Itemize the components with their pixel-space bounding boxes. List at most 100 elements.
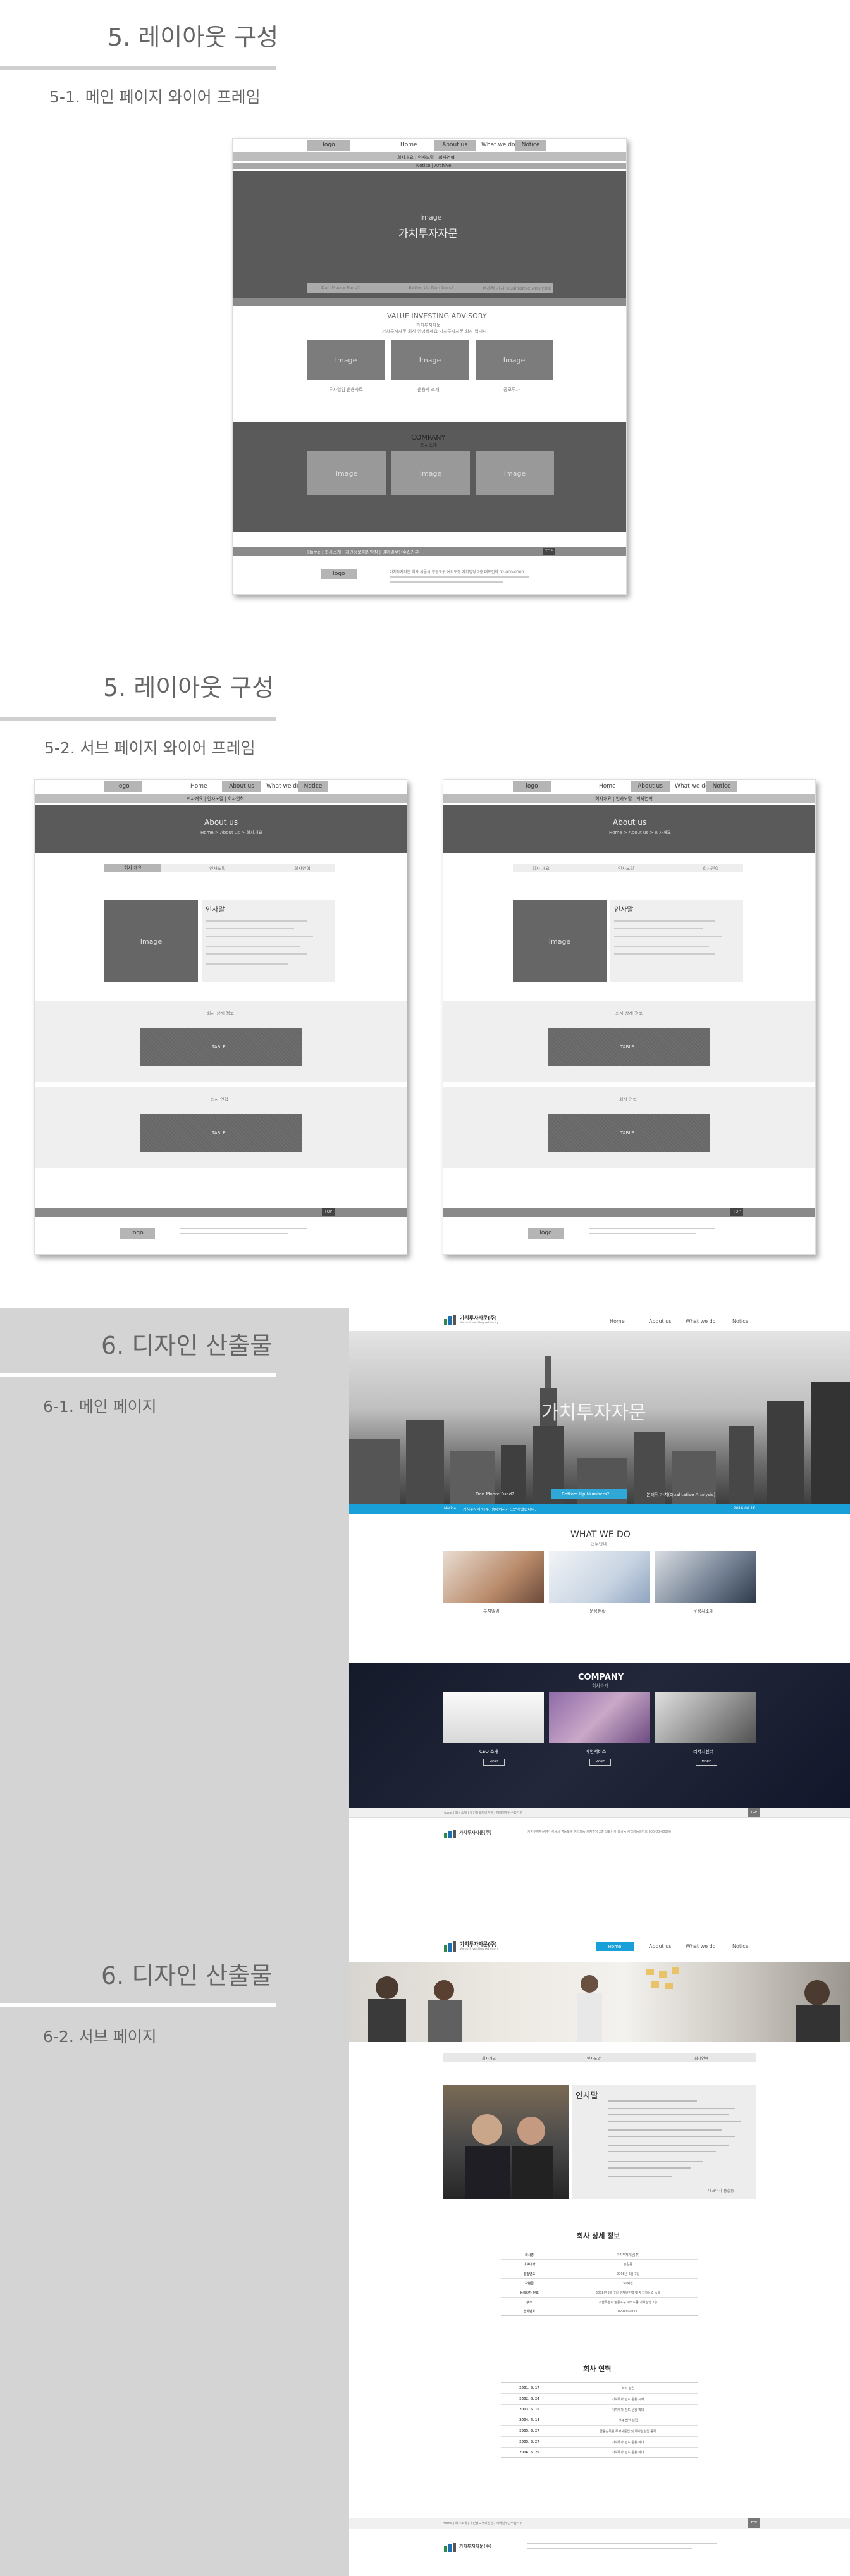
sub-nav-about[interactable]: About us bbox=[649, 1943, 671, 1949]
wf-sub2-greeting-line bbox=[614, 953, 715, 955]
section-divider bbox=[0, 717, 276, 721]
wf-sub2-nav-what[interactable]: What we do bbox=[675, 783, 709, 790]
section-divider bbox=[0, 2003, 276, 2007]
info-title: 회사 상세 정보 bbox=[577, 2232, 620, 2240]
company-card-1-more-button[interactable]: MORE bbox=[483, 1759, 505, 1766]
wf-sub-nav-what[interactable]: What we do bbox=[266, 783, 300, 790]
wf-sub-nav-notice[interactable]: Notice bbox=[298, 781, 328, 792]
footer-top-button[interactable]: TOP bbox=[748, 1808, 760, 1817]
wf-nav-home[interactable]: Home bbox=[400, 142, 417, 148]
sub-tab-overview[interactable]: 회사개요 bbox=[482, 2055, 496, 2061]
info-table: 회사명 가치투자자문(주) 대표이사 홍길동 설립연도 2008년 5월 7일 자본금… bbox=[501, 2250, 698, 2316]
wf-sub2-greeting: 인사말 bbox=[614, 905, 634, 913]
sub-footer-line bbox=[527, 2548, 692, 2549]
history-event: 가치투자 펀드 운용 확대 bbox=[612, 2451, 644, 2455]
history-date: 2006. 5. 26 bbox=[519, 2450, 539, 2455]
wf-hero-tab-2[interactable]: Better Up Numbers? bbox=[409, 285, 453, 290]
wf-card-2-caption: 운용사 소개 bbox=[417, 387, 440, 392]
wf-footer-top[interactable]: TOP bbox=[543, 548, 555, 555]
sub-banner-office-image bbox=[349, 1962, 850, 2042]
history-date: 2005. 5. 27 bbox=[519, 2440, 539, 2444]
company-card-2-image[interactable] bbox=[549, 1692, 650, 1743]
nav-notice[interactable]: Notice bbox=[732, 1318, 749, 1324]
sub-wireframe-right: logo Home About us What we do Notice 회사개… bbox=[443, 779, 816, 1255]
history-event: 신규 법인 설립 bbox=[618, 2418, 638, 2423]
wf-card-1-image[interactable]: Image bbox=[307, 340, 385, 380]
wf-nav-notice[interactable]: Notice bbox=[515, 140, 546, 151]
wf-company-card-3[interactable]: Image bbox=[476, 451, 554, 495]
info-key: 등록일자 번호 bbox=[520, 2291, 539, 2295]
hero-tab-1[interactable]: Dan Moore Fund? bbox=[476, 1492, 514, 1497]
sub-nav-notice[interactable]: Notice bbox=[732, 1943, 749, 1949]
wf-sub-footer-top[interactable]: TOP bbox=[322, 1208, 335, 1216]
wf-sub2-tab-1[interactable]: 회사 개요 bbox=[532, 865, 550, 872]
sub-footer-top-button[interactable]: TOP bbox=[748, 2518, 760, 2528]
company-card-3-more-button[interactable]: MORE bbox=[696, 1759, 717, 1766]
what-we-do-sub: 업무안내 bbox=[591, 1542, 607, 1547]
section-divider bbox=[0, 66, 276, 70]
wf-sub-nav-about[interactable]: About us bbox=[222, 781, 261, 792]
info-row: 등록일자 번호 2008년 5월 7일 투자일임업 및 투자자문업 등록 bbox=[501, 2288, 698, 2297]
what-card-3-image[interactable] bbox=[655, 1551, 756, 1603]
history-date: 2005. 3. 27 bbox=[519, 2429, 539, 2433]
hero-tab-3[interactable]: 본래적 가치(Qualitative Analysis) bbox=[646, 1492, 715, 1498]
wf-sub2-greeting-line bbox=[614, 946, 709, 947]
wf-sub-tab-3[interactable]: 회사연혁 bbox=[294, 865, 311, 872]
company-sub: 회사소개 bbox=[592, 1683, 608, 1688]
history-table: 2001. 5. 17 회사 설립 2002. 8. 24 가치투자 펀드 운용 시… bbox=[501, 2382, 698, 2458]
nav-about[interactable]: About us bbox=[649, 1318, 671, 1324]
wf-company-card-2[interactable]: Image bbox=[391, 451, 470, 495]
sub-nav-home[interactable]: Home bbox=[596, 1942, 634, 1951]
nav-what[interactable]: What we do bbox=[686, 1318, 716, 1324]
company-card-1-image[interactable] bbox=[443, 1692, 544, 1743]
sub-footer-links-bar bbox=[349, 2518, 850, 2529]
wf-sub2-nav-about[interactable]: About us bbox=[631, 781, 670, 792]
brand-logo[interactable]: 가치투자자문(주) Value Investing Advisory bbox=[444, 1315, 501, 1326]
notice-text[interactable]: 가치투자자문(주) 홈페이지가 오픈하였습니다. bbox=[463, 1506, 536, 1512]
sub-tab-history[interactable]: 회사연혁 bbox=[694, 2055, 708, 2061]
wf-sub2-submenu: 회사개요 | 인사노말 | 회사연혁 bbox=[595, 796, 653, 802]
wf-sub-nav-home[interactable]: Home bbox=[190, 783, 207, 790]
wf-company-card-1[interactable]: Image bbox=[307, 451, 386, 495]
ceo-people-icon bbox=[465, 2114, 553, 2199]
wf-sub2-tab-2[interactable]: 인사노말 bbox=[618, 865, 634, 872]
what-card-2-image[interactable] bbox=[549, 1551, 650, 1603]
wf-card-2-image[interactable]: Image bbox=[391, 340, 469, 380]
what-card-1-image[interactable] bbox=[443, 1551, 544, 1603]
wf-hero-tab-3[interactable]: 본래적 가치(Qualitative Analysis) bbox=[483, 285, 551, 292]
sub-nav-what[interactable]: What we do bbox=[686, 1943, 716, 1949]
wf-nav-what[interactable]: What we do bbox=[481, 142, 515, 148]
wf-card-3-caption: 공모투자 bbox=[503, 387, 520, 392]
info-row: 대표이사 홍길동 bbox=[501, 2259, 698, 2269]
company-card-3-image[interactable] bbox=[655, 1692, 756, 1743]
wf-sub2-footer-top[interactable]: TOP bbox=[730, 1208, 743, 1216]
info-row: 자본금 50억원 bbox=[501, 2278, 698, 2288]
section-5-2-subtitle: 5-2. 서브 페이지 와이어 프레임 bbox=[44, 739, 256, 757]
what-card-1-label: 투자일임 bbox=[483, 1609, 500, 1614]
wf-sub-greeting-line bbox=[206, 963, 288, 965]
wf-sub2-nav-notice[interactable]: Notice bbox=[706, 781, 737, 792]
wf-nav-about[interactable]: About us bbox=[434, 140, 476, 151]
wf-sub-footer-bar bbox=[35, 1208, 407, 1217]
wf-sub2-greeting-line bbox=[614, 928, 703, 929]
wf-sub-tab-1[interactable]: 회사 개요 bbox=[104, 864, 161, 872]
sub-tab-greeting[interactable]: 인사노말 bbox=[587, 2055, 601, 2061]
wf-company-sub: 회사소개 bbox=[421, 443, 437, 448]
wf-sub2-greeting-line bbox=[614, 920, 715, 922]
wf-footer-links[interactable]: Home | 회사소개 | 개인정보처리방침 | 이메일무단수집거부 bbox=[307, 549, 419, 555]
wf-footer-bar bbox=[233, 547, 626, 556]
sub-footer-links[interactable]: Home | 회사소개 | 개인정보처리방침 | 이메일무단수집거부 bbox=[443, 2521, 522, 2525]
nav-home[interactable]: Home bbox=[610, 1318, 625, 1324]
footer-links[interactable]: Home | 회사소개 | 개인정보처리방침 | 이메일무단수집거부 bbox=[443, 1811, 522, 1815]
wf-sub2-nav-home[interactable]: Home bbox=[599, 783, 616, 790]
wf-sub2-section-2-title: 회사 연혁 bbox=[619, 1097, 637, 1102]
wf-hero-tab-1[interactable]: Dan Moore Fund? bbox=[321, 285, 360, 290]
wf-card-3-image[interactable]: Image bbox=[476, 340, 553, 380]
wf-logo: logo bbox=[307, 140, 350, 151]
sub-design: 가치투자자문(주) Value Investing Advisory Home … bbox=[349, 1936, 850, 2576]
sub-brand-logo[interactable]: 가치투자자문(주) Value Investing Advisory bbox=[444, 1941, 501, 1952]
wf-sub-tab-2[interactable]: 인사노말 bbox=[209, 865, 226, 872]
info-value: 홍길동 bbox=[624, 2262, 632, 2267]
wf-sub2-tab-3[interactable]: 회사연혁 bbox=[703, 865, 719, 872]
company-card-2-more-button[interactable]: MORE bbox=[589, 1759, 611, 1766]
